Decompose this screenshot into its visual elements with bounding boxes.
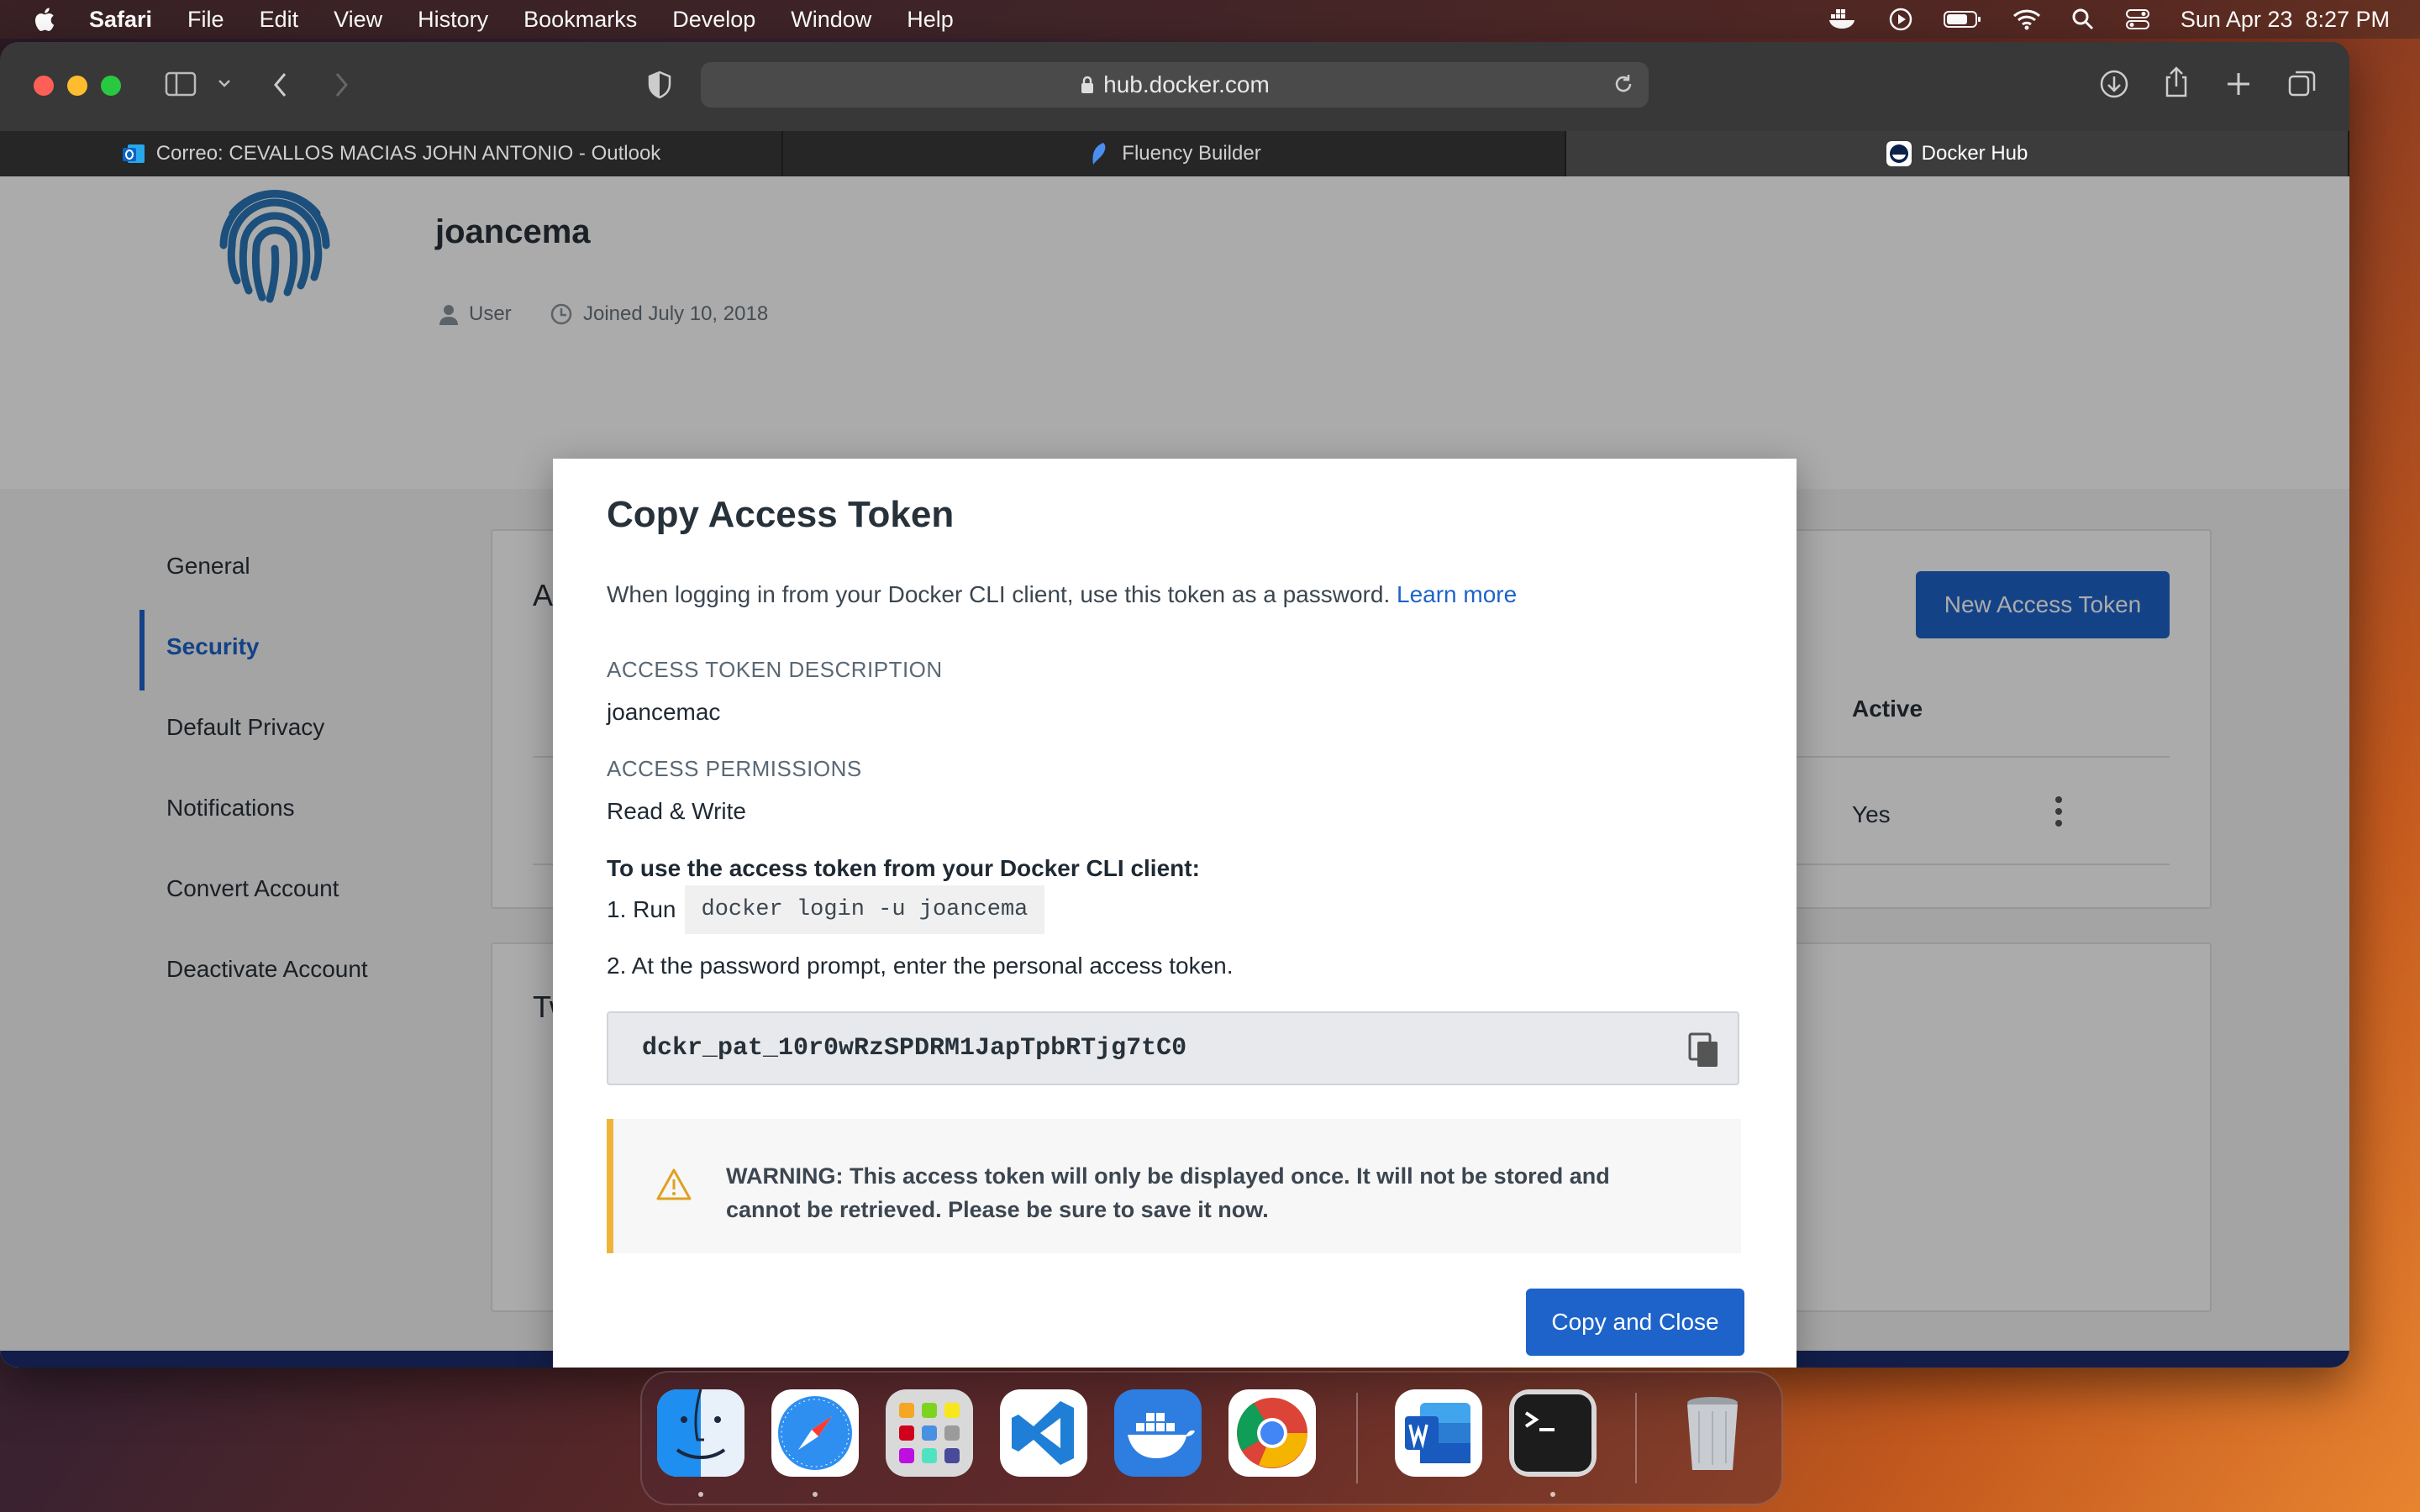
minimize-window-button[interactable] [67, 76, 87, 96]
dialog-intro: When logging in from your Docker CLI cli… [607, 581, 1517, 608]
menu-help[interactable]: Help [907, 7, 954, 33]
docker-login-command[interactable]: docker login -u joancema [684, 885, 1045, 934]
page-content: joancema User Joined July 10, 2018 Gener… [0, 176, 2349, 1368]
dock-launchpad-icon[interactable] [886, 1389, 973, 1477]
tab-outlook[interactable]: Correo: CEVALLOS MACIAS JOHN ANTONIO - O… [0, 131, 783, 176]
reload-icon[interactable] [1612, 72, 1635, 96]
learn-more-link[interactable]: Learn more [1397, 581, 1517, 607]
docker-hub-icon [1886, 141, 1912, 166]
fluency-builder-icon [1092, 143, 1106, 165]
step-2: 2. At the password prompt, enter the per… [607, 953, 1234, 979]
step-1-prefix: 1. Run [607, 896, 676, 922]
docker-status-icon[interactable] [1828, 8, 1858, 31]
dock-chrome-icon[interactable] [1228, 1389, 1316, 1477]
step-1: 1. Run docker login -u joancema [607, 885, 1045, 934]
dock-safari-running-indicator [813, 1492, 818, 1497]
dock [640, 1371, 1783, 1505]
browser-toolbar: hub.docker.com [0, 42, 2349, 131]
dock-terminal-icon[interactable] [1509, 1389, 1597, 1477]
tab-overview-icon[interactable] [2287, 69, 2317, 99]
cli-instructions-title: To use the access token from your Docker… [607, 855, 1200, 881]
access-permissions-value: Read & Write [607, 798, 746, 824]
dock-docker-icon[interactable] [1114, 1389, 1202, 1477]
safari-window: hub.docker.com Correo: CEVALLOS MACIAS J… [0, 42, 2349, 1368]
dock-trash-icon[interactable] [1669, 1389, 1756, 1477]
dock-vscode-icon[interactable] [1000, 1389, 1087, 1477]
token-description-label: ACCESS TOKEN DESCRIPTION [607, 657, 943, 682]
tab-docker-hub[interactable]: Docker Hub [1566, 131, 2349, 176]
play-circle-icon[interactable] [1888, 7, 1913, 32]
access-permissions-label: ACCESS PERMISSIONS [607, 756, 862, 781]
dialog-title: Copy Access Token [607, 494, 955, 535]
menu-develop[interactable]: Develop [672, 7, 755, 33]
battery-icon[interactable] [1943, 9, 1982, 29]
tab-bar: Correo: CEVALLOS MACIAS JOHN ANTONIO - O… [0, 131, 2349, 176]
access-token-value[interactable]: dckr_pat_10r0wRzSPDRM1JapTpbRTjg7tC0 [642, 1034, 1186, 1063]
menu-datetime[interactable]: Sun Apr 23 8:27 PM [2181, 7, 2390, 33]
warning-text: WARNING: This access token will only be … [726, 1163, 1610, 1222]
spotlight-search-icon[interactable] [2071, 8, 2095, 31]
copy-access-token-dialog: Copy Access Token When logging in from y… [553, 459, 1797, 1368]
tab-fluency-builder-label: Fluency Builder [1122, 142, 1261, 165]
menu-bar: Safari File Edit View History Bookmarks … [0, 0, 2420, 39]
zoom-window-button[interactable] [101, 76, 121, 96]
copy-icon[interactable] [1687, 1032, 1721, 1070]
menu-file[interactable]: File [187, 7, 224, 33]
close-window-button[interactable] [34, 76, 54, 96]
dock-terminal-running-indicator [1550, 1492, 1555, 1497]
back-arrow-icon[interactable] [271, 71, 291, 99]
dock-finder-running-indicator [698, 1492, 703, 1497]
tab-docker-hub-label: Docker Hub [1921, 142, 2028, 165]
dock-word-icon[interactable] [1395, 1389, 1482, 1477]
chevron-down-icon[interactable] [217, 77, 232, 89]
sidebar-toggle-icon[interactable] [165, 71, 197, 97]
outlook-icon [122, 144, 145, 163]
token-description-value: joancemac [607, 699, 721, 725]
control-center-icon[interactable] [2125, 8, 2150, 31]
menu-app-name[interactable]: Safari [89, 7, 152, 33]
apple-icon[interactable] [32, 6, 55, 33]
address-bar[interactable]: hub.docker.com [701, 62, 1649, 108]
tab-outlook-label: Correo: CEVALLOS MACIAS JOHN ANTONIO - O… [155, 142, 661, 165]
forward-arrow-icon[interactable] [331, 71, 351, 99]
warning-banner: WARNING: This access token will only be … [607, 1119, 1741, 1253]
dock-separator [1356, 1393, 1358, 1483]
dialog-intro-text: When logging in from your Docker CLI cli… [607, 581, 1391, 607]
tab-fluency-builder[interactable]: Fluency Builder [783, 131, 1566, 176]
access-token-field[interactable]: dckr_pat_10r0wRzSPDRM1JapTpbRTjg7tC0 [607, 1011, 1739, 1085]
dock-separator-2 [1635, 1393, 1637, 1483]
menu-bookmarks[interactable]: Bookmarks [523, 7, 637, 33]
downloads-icon[interactable] [2099, 69, 2129, 99]
menu-view[interactable]: View [334, 7, 382, 33]
share-icon[interactable] [2163, 66, 2190, 99]
menu-edit[interactable]: Edit [260, 7, 299, 33]
lock-icon [1081, 76, 1094, 93]
dock-finder-icon[interactable] [657, 1389, 744, 1477]
new-tab-plus-icon[interactable] [2225, 71, 2252, 97]
wifi-icon[interactable] [2012, 8, 2041, 30]
privacy-shield-icon[interactable] [647, 71, 672, 99]
warning-triangle-icon [656, 1168, 692, 1200]
menu-window[interactable]: Window [791, 7, 871, 33]
dock-safari-icon[interactable] [771, 1389, 859, 1477]
menu-history[interactable]: History [418, 7, 488, 33]
url-text: hub.docker.com [1103, 71, 1270, 97]
copy-and-close-button[interactable]: Copy and Close [1526, 1289, 1744, 1356]
